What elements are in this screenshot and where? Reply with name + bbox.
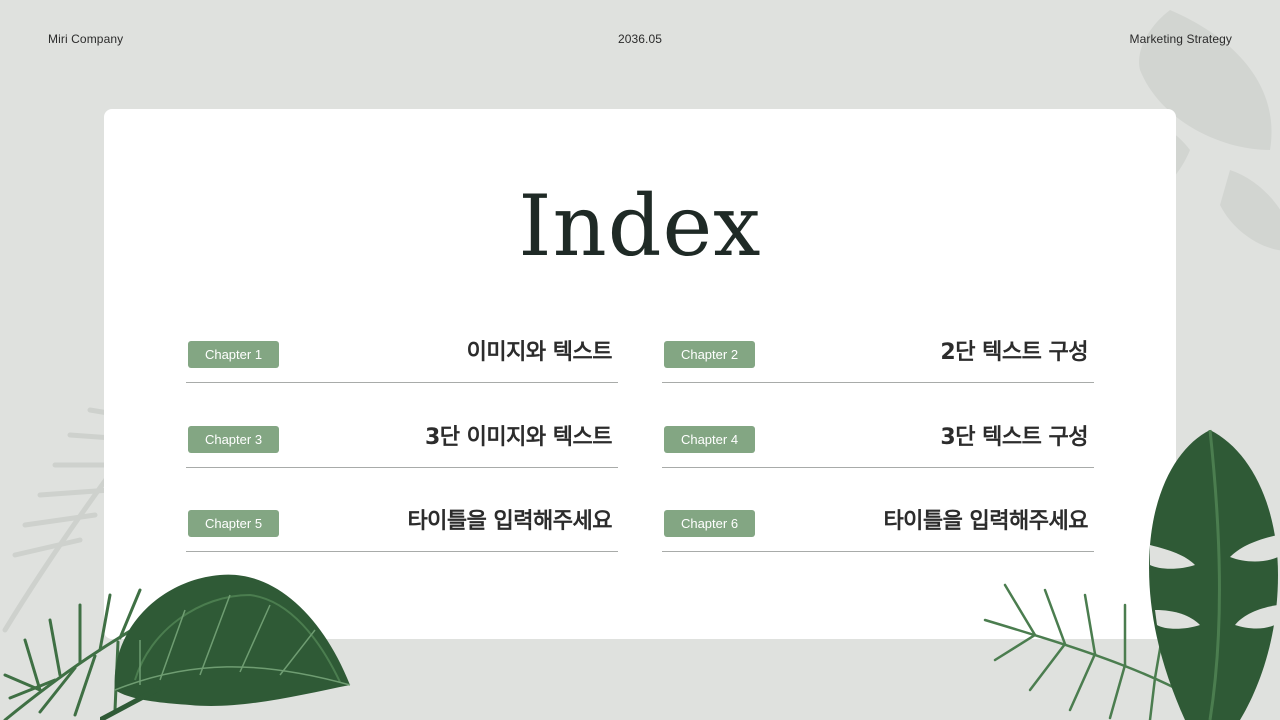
chapter-badge: Chapter 4 [664, 426, 755, 453]
presentation-subject: Marketing Strategy [1129, 32, 1232, 46]
chapter-badge: Chapter 1 [188, 341, 279, 368]
chapter-item-3[interactable]: Chapter 3 3단 이미지와 텍스트 [186, 425, 618, 468]
chapter-badge: Chapter 2 [664, 341, 755, 368]
chapter-title: 3단 텍스트 구성 [940, 425, 1088, 450]
presentation-date: 2036.05 [617, 32, 663, 46]
chapter-badge: Chapter 3 [188, 426, 279, 453]
chapter-item-5[interactable]: Chapter 5 타이틀을 입력해주세요 [186, 509, 618, 552]
page-title: Index [518, 177, 762, 275]
chapter-title: 타이틀을 입력해주세요 [407, 509, 612, 534]
chapter-title: 2단 텍스트 구성 [940, 340, 1088, 365]
chapter-item-4[interactable]: Chapter 4 3단 텍스트 구성 [662, 425, 1094, 468]
chapter-item-6[interactable]: Chapter 6 타이틀을 입력해주세요 [662, 509, 1094, 552]
chapter-title: 이미지와 텍스트 [466, 340, 613, 365]
chapter-item-1[interactable]: Chapter 1 이미지와 텍스트 [186, 340, 618, 383]
chapter-badge: Chapter 6 [664, 510, 755, 537]
chapter-badge: Chapter 5 [188, 510, 279, 537]
chapter-title: 3단 이미지와 텍스트 [424, 425, 613, 450]
chapter-item-2[interactable]: Chapter 2 2단 텍스트 구성 [662, 340, 1094, 383]
chapter-title: 타이틀을 입력해주세요 [883, 509, 1088, 534]
